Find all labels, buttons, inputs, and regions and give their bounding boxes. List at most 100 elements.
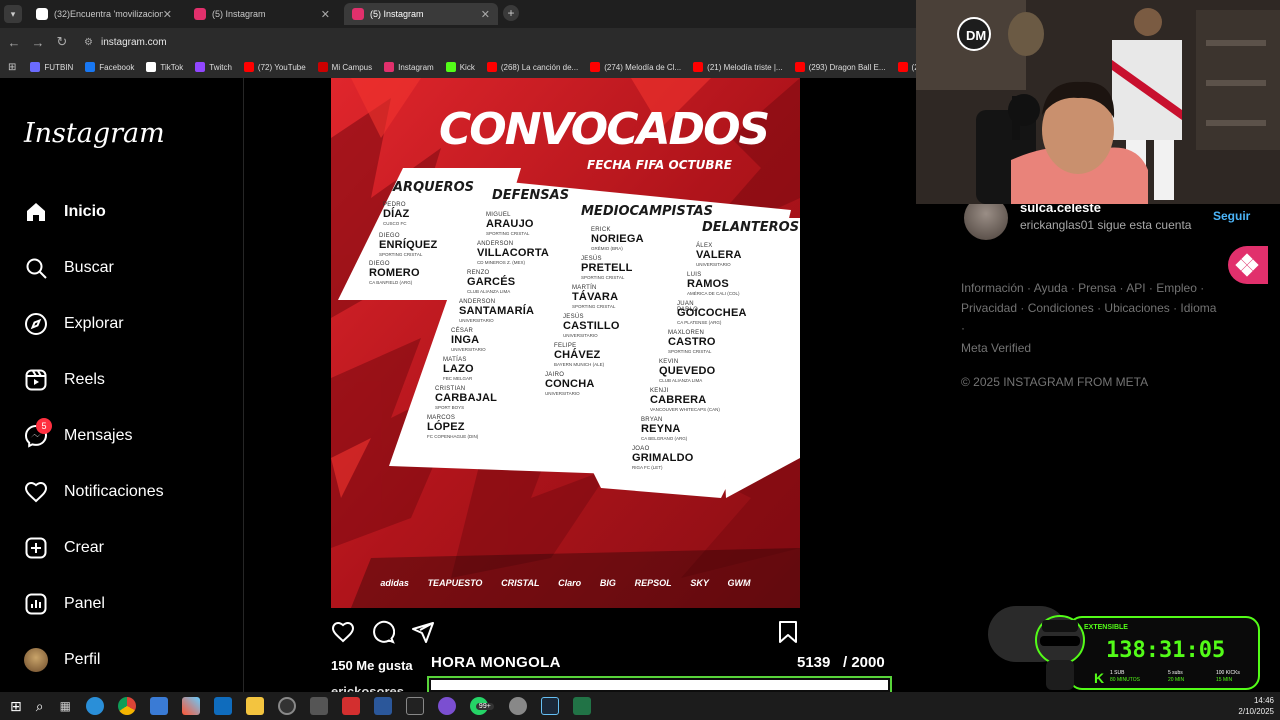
player-club: SPORTING CRISTAL (572, 304, 616, 309)
app-red-icon[interactable] (341, 697, 360, 715)
edge-icon[interactable] (85, 697, 104, 715)
sidebar-item-panel[interactable]: Panel (22, 590, 105, 618)
sidebar-item-reels[interactable]: Reels (22, 366, 105, 394)
close-icon[interactable]: ✕ (163, 8, 172, 21)
clock-date: 2/10/2025 (1238, 707, 1274, 716)
windows-start-icon[interactable]: ⊞ (10, 698, 22, 715)
sidebar-item-buscar[interactable]: Buscar (22, 254, 114, 282)
system-clock[interactable]: 14:46 2/10/2025 (1238, 695, 1274, 717)
chrome-icon[interactable] (117, 697, 136, 715)
bookmark-item[interactable]: Facebook (85, 62, 134, 72)
sponsor-logo: REPSOL (634, 578, 672, 588)
capcut-icon[interactable] (405, 697, 424, 715)
sidebar-item-mensajes[interactable]: 5 Mensajes (22, 418, 132, 450)
close-icon[interactable]: ✕ (321, 8, 330, 21)
bookmark-item[interactable]: Kick (445, 62, 475, 72)
sidebar-item-crear[interactable]: Crear (22, 534, 104, 562)
kick-logo-icon: K (1094, 670, 1105, 686)
footer-links-1[interactable]: Información · Ayuda · Prensa · API · Emp… (961, 278, 1221, 298)
outlook-icon[interactable] (213, 697, 232, 715)
browser-tab[interactable]: (32)Encuentra 'movilizacion cer✕ (28, 3, 180, 25)
obs-icon[interactable] (277, 697, 296, 715)
reload-icon[interactable]: ↻ (50, 34, 74, 50)
bookmark-label: Twitch (209, 62, 232, 72)
post-image[interactable]: CONVOCADOS FECHA FIFA OCTUBRE ARQUEROS PE… (331, 78, 800, 608)
url-text: instagram.com (100, 36, 167, 48)
likes-count[interactable]: 150 Me gusta (331, 658, 413, 673)
bookmark-favicon (794, 62, 805, 72)
bookmark-item[interactable]: (21) Melodía triste |... (693, 62, 783, 72)
bookmark-item[interactable]: Mi Campus (317, 62, 373, 72)
instagram-logo[interactable]: Instagram (24, 118, 165, 149)
tab-title: (5) Instagram (212, 9, 266, 19)
follow-button[interactable]: Seguir (1213, 209, 1250, 223)
player-club: UNIVERSITARIO (563, 333, 598, 338)
task-view-icon[interactable]: ▦ (60, 699, 71, 713)
tab-menu-button[interactable]: ▾ (4, 5, 22, 23)
app-purple-icon[interactable] (437, 697, 456, 715)
footer-links-3[interactable]: Meta Verified (961, 338, 1221, 358)
group-heading: MEDIOCAMPISTAS (581, 204, 714, 219)
sidebar-item-notificaciones[interactable]: Notificaciones (22, 478, 164, 506)
site-info-icon[interactable]: ⚙ (84, 37, 93, 48)
kicks-rate-a: 5 subs 20 MIN (1168, 670, 1184, 684)
sponsor-logo: adidas (380, 578, 409, 588)
forward-icon[interactable]: → (26, 35, 50, 50)
sidebar-item-inicio[interactable]: Inicio (22, 198, 106, 226)
bookmark-label: (293) Dragon Ball E... (808, 62, 886, 72)
player-last-name: GRIMALDO (632, 452, 694, 464)
bookmark-item[interactable]: (274) Melodía de Cl... (590, 62, 681, 72)
back-icon[interactable]: ← (2, 35, 26, 50)
browser-tab[interactable]: (5) Instagram ✕ (186, 3, 338, 25)
store-icon[interactable] (149, 697, 168, 715)
whatsapp-icon[interactable]: 99+ (469, 697, 494, 715)
url-field[interactable]: ⚙ instagram.com (84, 32, 167, 52)
bookmark-label: (21) Melodía triste |... (707, 62, 783, 72)
new-tab-button[interactable]: + (503, 5, 519, 21)
bookmark-label: Mi Campus (331, 62, 373, 72)
excel-icon[interactable] (572, 697, 591, 715)
steam-icon[interactable] (540, 697, 559, 715)
explorer-icon[interactable] (245, 697, 264, 715)
timer-mascot (1028, 612, 1092, 692)
close-icon[interactable]: ✕ (481, 8, 490, 21)
sub-rate: 1 SUB 80 MINUTOS (1110, 670, 1140, 684)
bookmark-item[interactable]: (293) Dragon Ball E... (794, 62, 886, 72)
apps-icon[interactable]: ⊞ (8, 62, 16, 73)
bookmark-item[interactable]: Twitch (195, 62, 232, 72)
bookmark-favicon (30, 62, 41, 72)
player-last-name: ENRÍQUEZ (379, 239, 438, 251)
bookmark-favicon (317, 62, 328, 72)
heart-icon[interactable] (331, 620, 355, 644)
bookmark-label: (274) Melodía de Cl... (604, 62, 682, 72)
floating-action-button[interactable] (1228, 246, 1268, 284)
search-icon[interactable]: ⌕ (36, 698, 44, 715)
player-club: CLUB ALIANZA LIMA (467, 289, 511, 294)
discord-icon[interactable] (309, 697, 328, 715)
post-title-part-1: CONVOCA (439, 104, 671, 155)
bookmark-item[interactable]: (72) YouTube (243, 62, 306, 72)
share-icon[interactable] (411, 620, 435, 644)
player-last-name: REYNA (641, 423, 681, 435)
footer-copyright: © 2025 INSTAGRAM FROM META (961, 375, 1149, 389)
post-actions (331, 620, 800, 648)
player-last-name: CARBAJAL (435, 392, 498, 404)
word-icon[interactable] (373, 697, 392, 715)
bookmark-item[interactable]: FUTBIN (30, 62, 73, 72)
bookmark-icon[interactable] (777, 620, 799, 644)
app-gray-icon[interactable] (508, 697, 527, 715)
comment-icon[interactable] (371, 620, 395, 644)
sidebar-item-label: Explorar (64, 315, 124, 332)
sidebar-item-perfil[interactable]: Perfil (22, 646, 100, 674)
bookmark-item[interactable]: Instagram (384, 62, 434, 72)
sponsor-logo: SKY (690, 578, 709, 588)
bookmark-item[interactable]: TikTok (146, 62, 183, 72)
home-icon (22, 198, 50, 226)
footer-links-2[interactable]: Privacidad · Condiciones · Ubicaciones ·… (961, 298, 1221, 338)
copilot-icon[interactable] (181, 697, 200, 715)
sidebar-item-explorar[interactable]: Explorar (22, 310, 124, 338)
bookmark-item[interactable]: (268) La canción de... (486, 62, 578, 72)
browser-tab-active[interactable]: (5) Instagram ✕ (344, 3, 498, 25)
player-club: SPORTING CRISTAL (486, 231, 530, 236)
bookmark-item[interactable]: (2 (897, 62, 916, 72)
